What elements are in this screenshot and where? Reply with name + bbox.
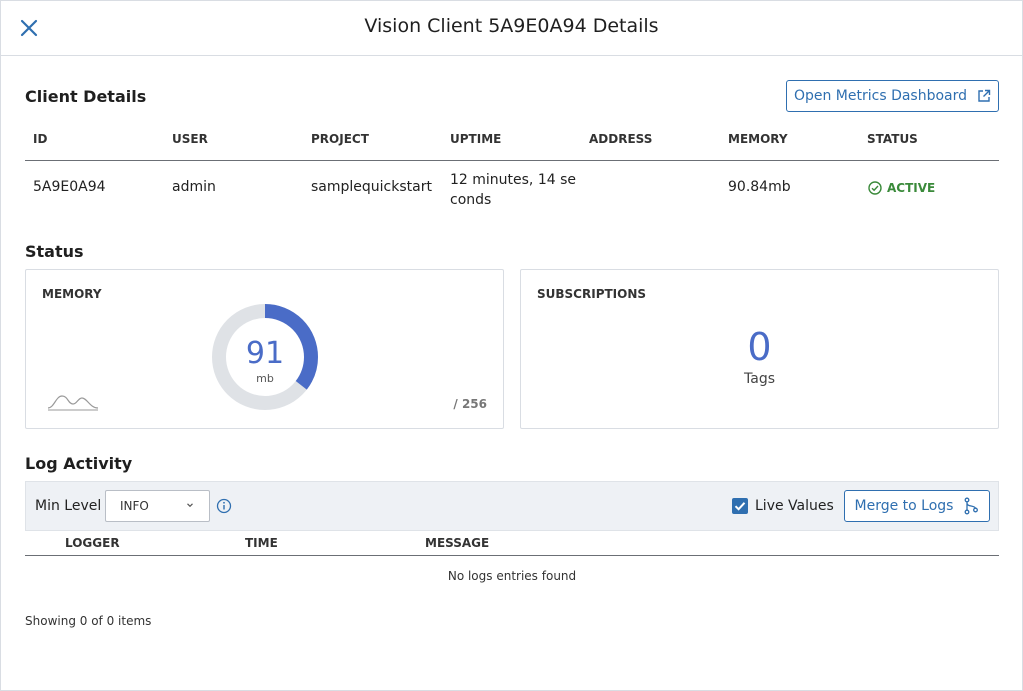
memory-unit: mb [256,372,274,385]
column-header-status: STATUS [867,132,918,146]
checkmark-icon [734,502,746,511]
column-header-message: MESSAGE [425,536,490,550]
chevron-down-icon [187,503,193,508]
info-icon[interactable] [216,498,232,514]
status-text: ACTIVE [887,181,936,195]
memory-card-title: MEMORY [42,287,102,301]
column-header-memory: MEMORY [728,132,788,146]
memory-value: 91 [245,336,285,371]
dialog-title: Vision Client 5A9E0A94 Details [364,15,659,37]
memory-card: MEMORY 91 mb / 256 [25,269,504,429]
external-link-icon [978,89,991,102]
log-table: LOGGER TIME MESSAGE No logs entries foun… [25,531,999,583]
client-user: admin [172,179,216,195]
metrics-button-label: Open Metrics Dashboard [793,88,968,104]
empty-logs-message: No logs entries found [447,569,577,583]
merge-button-label: Merge to Logs [854,498,954,514]
client-details-heading: Client Details [25,87,147,106]
client-project: samplequickstart [311,179,432,195]
column-header-logger: LOGGER [65,536,120,550]
column-header-address: ADDRESS [589,132,653,146]
client-details-dialog: Vision Client 5A9E0A94 Details Client De… [0,0,1023,691]
dialog-header: Vision Client 5A9E0A94 Details [1,1,1022,56]
min-level-value: INFO [120,499,149,513]
column-header-id: ID [33,132,48,146]
status-badge: ACTIVE [868,181,935,195]
log-activity-heading: Log Activity [25,454,133,473]
client-memory: 90.84mb [728,179,791,195]
subscriptions-label: Tags [744,371,775,387]
client-details-table: ID USER PROJECT UPTIME ADDRESS MEMORY ST… [25,121,999,219]
min-level-label: Min Level [35,498,102,514]
sparkline-icon [47,395,99,411]
log-toolbar: Min Level INFO Live Values Merge to Logs [25,481,999,531]
table-header-row: ID USER PROJECT UPTIME ADDRESS MEMORY ST… [25,121,999,161]
subscriptions-card-title: SUBSCRIPTIONS [537,287,647,301]
min-level-select[interactable]: INFO [105,490,210,522]
pagination-summary: Showing 0 of 0 items [25,614,152,628]
open-metrics-dashboard-button[interactable]: Open Metrics Dashboard [786,80,999,112]
status-heading: Status [25,242,84,261]
memory-limit: / 256 [453,397,487,411]
table-row: 5A9E0A94 admin samplequickstart 12 minut… [25,161,999,219]
log-table-header-row: LOGGER TIME MESSAGE [25,531,999,556]
column-header-time: TIME [245,536,278,550]
client-uptime: 12 minutes, 14 seconds [450,172,577,208]
live-values-label: Live Values [755,498,834,514]
column-header-uptime: UPTIME [450,132,502,146]
merge-to-logs-button[interactable]: Merge to Logs [844,490,990,522]
subscriptions-card: SUBSCRIPTIONS 0 Tags [520,269,999,429]
merge-icon [965,497,979,515]
subscriptions-count: 0 [747,325,772,369]
check-circle-icon [868,181,882,195]
column-header-user: USER [172,132,208,146]
column-header-project: PROJECT [311,132,369,146]
live-values-checkbox[interactable] [732,498,748,514]
client-id: 5A9E0A94 [33,179,106,195]
